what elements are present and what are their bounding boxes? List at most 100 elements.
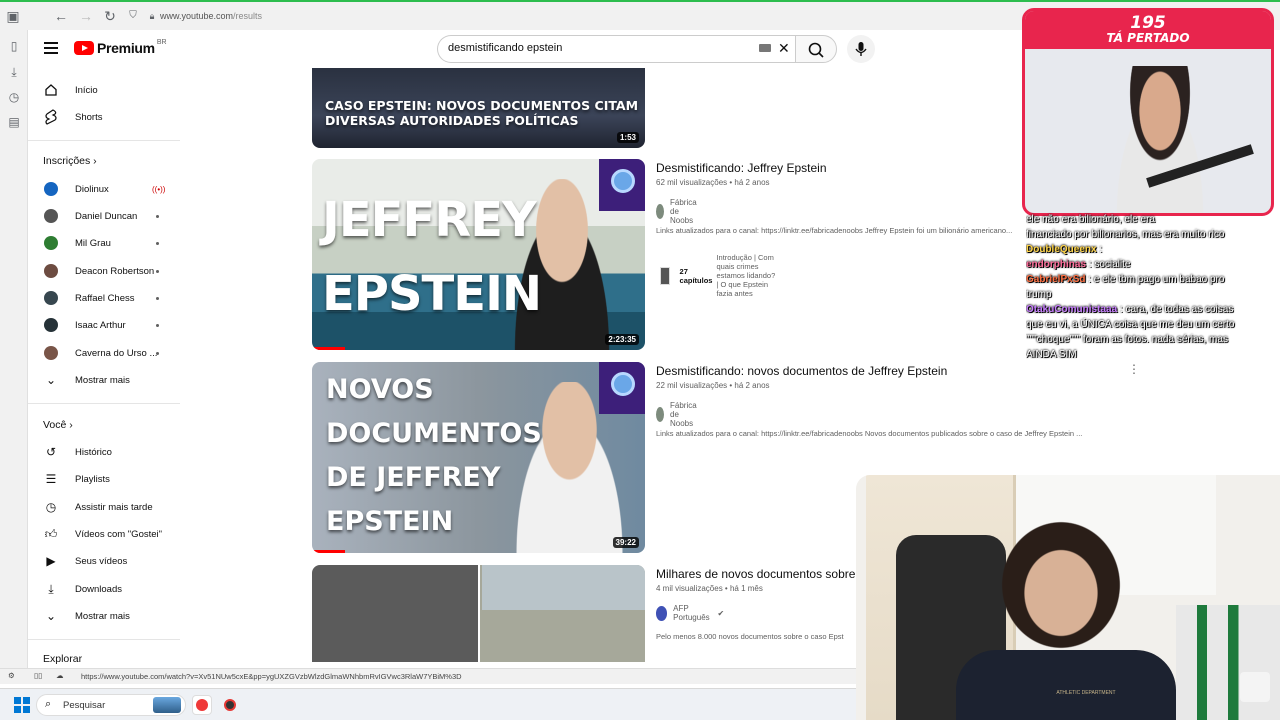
menu-icon[interactable] [44, 42, 58, 54]
video-meta: 4 mil visualizações • há 1 mês [656, 584, 763, 593]
sidebar: Início Shorts Inscrições › Diolinux ((•)… [28, 70, 180, 668]
chat-line: DoubleQueenx : [1026, 244, 1103, 255]
youtube-logo[interactable]: Premium BR [74, 38, 167, 56]
magnifier-icon [599, 362, 645, 414]
new-content-dot [156, 296, 159, 300]
thumbnail-line-3: DE JEFFREY [326, 462, 501, 493]
taskbar-search[interactable]: ⌕ Pesquisar [36, 694, 186, 716]
sidebar-item-label: Caverna do Urso ... [75, 347, 158, 359]
sidebar-item-label: Daniel Duncan [75, 210, 138, 222]
notes-icon[interactable]: ▤ [6, 114, 22, 130]
download-icon[interactable]: ⤓ [6, 64, 22, 80]
sidebar-item-subscription[interactable]: Deacon Robertson [28, 258, 180, 284]
panel-toggle-icon[interactable]: ▣ [4, 8, 22, 25]
accessibility-icon[interactable] [1240, 672, 1270, 702]
url-host: www.youtube.com [160, 11, 234, 21]
you-heading[interactable]: Você › [43, 419, 73, 431]
chat-line: ele não era bilionário, ele era [1026, 214, 1155, 225]
download-icon: ⤓ [48, 581, 54, 596]
new-content-dot [156, 351, 159, 355]
shorts-icon [42, 108, 60, 126]
avatar [44, 264, 58, 278]
chapters-row[interactable]: 27 capítulos Introdução | Com quais crime… [660, 253, 776, 298]
windows-start-icon[interactable] [14, 697, 30, 713]
country-code: BR [156, 38, 167, 46]
hanging-jersey [1176, 605, 1280, 720]
app-icon[interactable] [220, 695, 240, 715]
video-title[interactable]: Milhares de novos documentos sobre [656, 567, 855, 581]
video-thumbnail[interactable]: CASO EPSTEIN: NOVOS DOCUMENTOS CITAM DIV… [312, 68, 645, 148]
vivaldi-app-icon[interactable] [192, 695, 212, 715]
show-more-you[interactable]: ⌄ Mostrar mais [28, 603, 180, 629]
sidebar-item-label: Vídeos com "Gostei" [75, 528, 163, 540]
video-title[interactable]: Desmistificando: Jeffrey Epstein [656, 161, 827, 175]
search-button[interactable] [795, 35, 837, 63]
video-description: Links atualizados para o canal: https://… [656, 226, 1013, 235]
sidebar-item-downloads[interactable]: ⤓ Downloads [28, 576, 180, 602]
mic-icon [855, 42, 867, 56]
sidebar-item-subscription[interactable]: Caverna do Urso ... [28, 340, 180, 366]
new-content-dot [156, 323, 159, 327]
more-options-icon[interactable]: ⋮ [1128, 362, 1140, 376]
history-icon[interactable]: ◷ [6, 89, 22, 105]
channel-link[interactable]: Fábrica de Noobs [656, 401, 704, 428]
bookmark-icon[interactable]: ▯ [6, 38, 22, 54]
sidebar-item-subscription[interactable]: Mil Grau [28, 230, 180, 256]
address-bar[interactable]: www.youtube.com/results [160, 11, 262, 21]
chat-line: GabrielPxSd : e ele tbm pago um babao pr… [1026, 274, 1225, 285]
sidebar-item-history[interactable]: ↺ Histórico [28, 439, 180, 465]
back-button[interactable]: ← [52, 8, 70, 24]
streamer-webcam-top: 195 TÁ PERTADO [1022, 8, 1274, 216]
chapter-thumbnail [660, 266, 670, 285]
sidebar-item-shorts[interactable]: Shorts [28, 104, 180, 130]
channel-avatar [656, 204, 664, 219]
sidebar-item-subscription[interactable]: Daniel Duncan [28, 203, 180, 229]
sidebar-item-home[interactable]: Início [28, 77, 180, 103]
cloud-icon[interactable]: ☁ [56, 671, 64, 680]
stream-banner-text: TÁ PERTADO [1106, 31, 1190, 45]
sidebar-item-label: Mil Grau [75, 237, 111, 249]
sidebar-item-liked-videos[interactable]: 👍︎ Vídeos com "Gostei" [28, 521, 180, 547]
video-thumbnail[interactable] [312, 565, 645, 662]
subscriptions-heading[interactable]: Inscrições › [43, 155, 97, 167]
sidebar-item-subscription[interactable]: Diolinux ((•)) [28, 176, 180, 202]
search-input[interactable] [448, 42, 738, 54]
stream-counter: 195 [1130, 13, 1166, 33]
forward-button[interactable]: → [77, 8, 95, 24]
avatar [44, 236, 58, 250]
channel-name: Fábrica de Noobs [670, 401, 697, 428]
taskbar-search-label: Pesquisar [63, 700, 106, 711]
lock-icon[interactable]: 🔒︎ [143, 11, 161, 22]
video-title[interactable]: Desmistificando: novos documentos de Jef… [656, 364, 947, 378]
chevron-down-icon: ⌄ [45, 373, 57, 387]
new-content-dot [156, 269, 159, 273]
sidebar-item-subscription[interactable]: Isaac Arthur [28, 312, 180, 338]
thumbnail-text: CASO EPSTEIN: NOVOS DOCUMENTOS CITAM DIV… [325, 98, 639, 128]
chat-line: trump [1026, 289, 1052, 300]
channel-link[interactable]: AFP Português ✔ [656, 604, 724, 622]
chevron-down-icon: ⌄ [45, 609, 57, 623]
shield-icon[interactable]: ⛉ [124, 10, 142, 21]
show-more-subscriptions[interactable]: ⌄ Mostrar mais [28, 367, 180, 393]
sidebar-item-subscription[interactable]: Raffael Chess [28, 285, 180, 311]
voice-search-button[interactable] [847, 35, 875, 63]
sidebar-item-watch-later[interactable]: ◷ Assistir mais tarde [28, 494, 180, 520]
video-thumbnail[interactable]: NOVOS DOCUMENTOS DE JEFFREY EPSTEIN 39:2… [312, 362, 645, 553]
sidebar-item-playlists[interactable]: ☰ Playlists [28, 466, 180, 492]
chat-line: financiado por bilionarios, mas era muit… [1026, 229, 1225, 240]
keyboard-icon[interactable] [759, 44, 771, 52]
avatar [44, 182, 58, 196]
sidebar-item-your-videos[interactable]: ▶ Seus vídeos [28, 548, 180, 574]
sidebar-item-label: Diolinux [75, 183, 109, 195]
history-icon: ↺ [45, 445, 57, 459]
video-thumbnail[interactable]: JEFFREY EPSTEIN 2:23:35 [312, 159, 645, 350]
streamer-photo [986, 505, 1136, 665]
chapters-text: Introdução | Com quais crimes estamos li… [716, 253, 776, 298]
brand-label: Premium [97, 40, 155, 56]
channel-link[interactable]: Fábrica de Noobs [656, 198, 704, 225]
reload-button[interactable]: ↻ [101, 8, 119, 25]
settings-icon[interactable]: ⚙ [8, 671, 15, 680]
video-meta: 62 mil visualizações • há 2 anos [656, 178, 770, 187]
panel-icon[interactable]: ▯▯ [34, 671, 42, 680]
clear-search-icon[interactable]: ✕ [778, 40, 790, 57]
